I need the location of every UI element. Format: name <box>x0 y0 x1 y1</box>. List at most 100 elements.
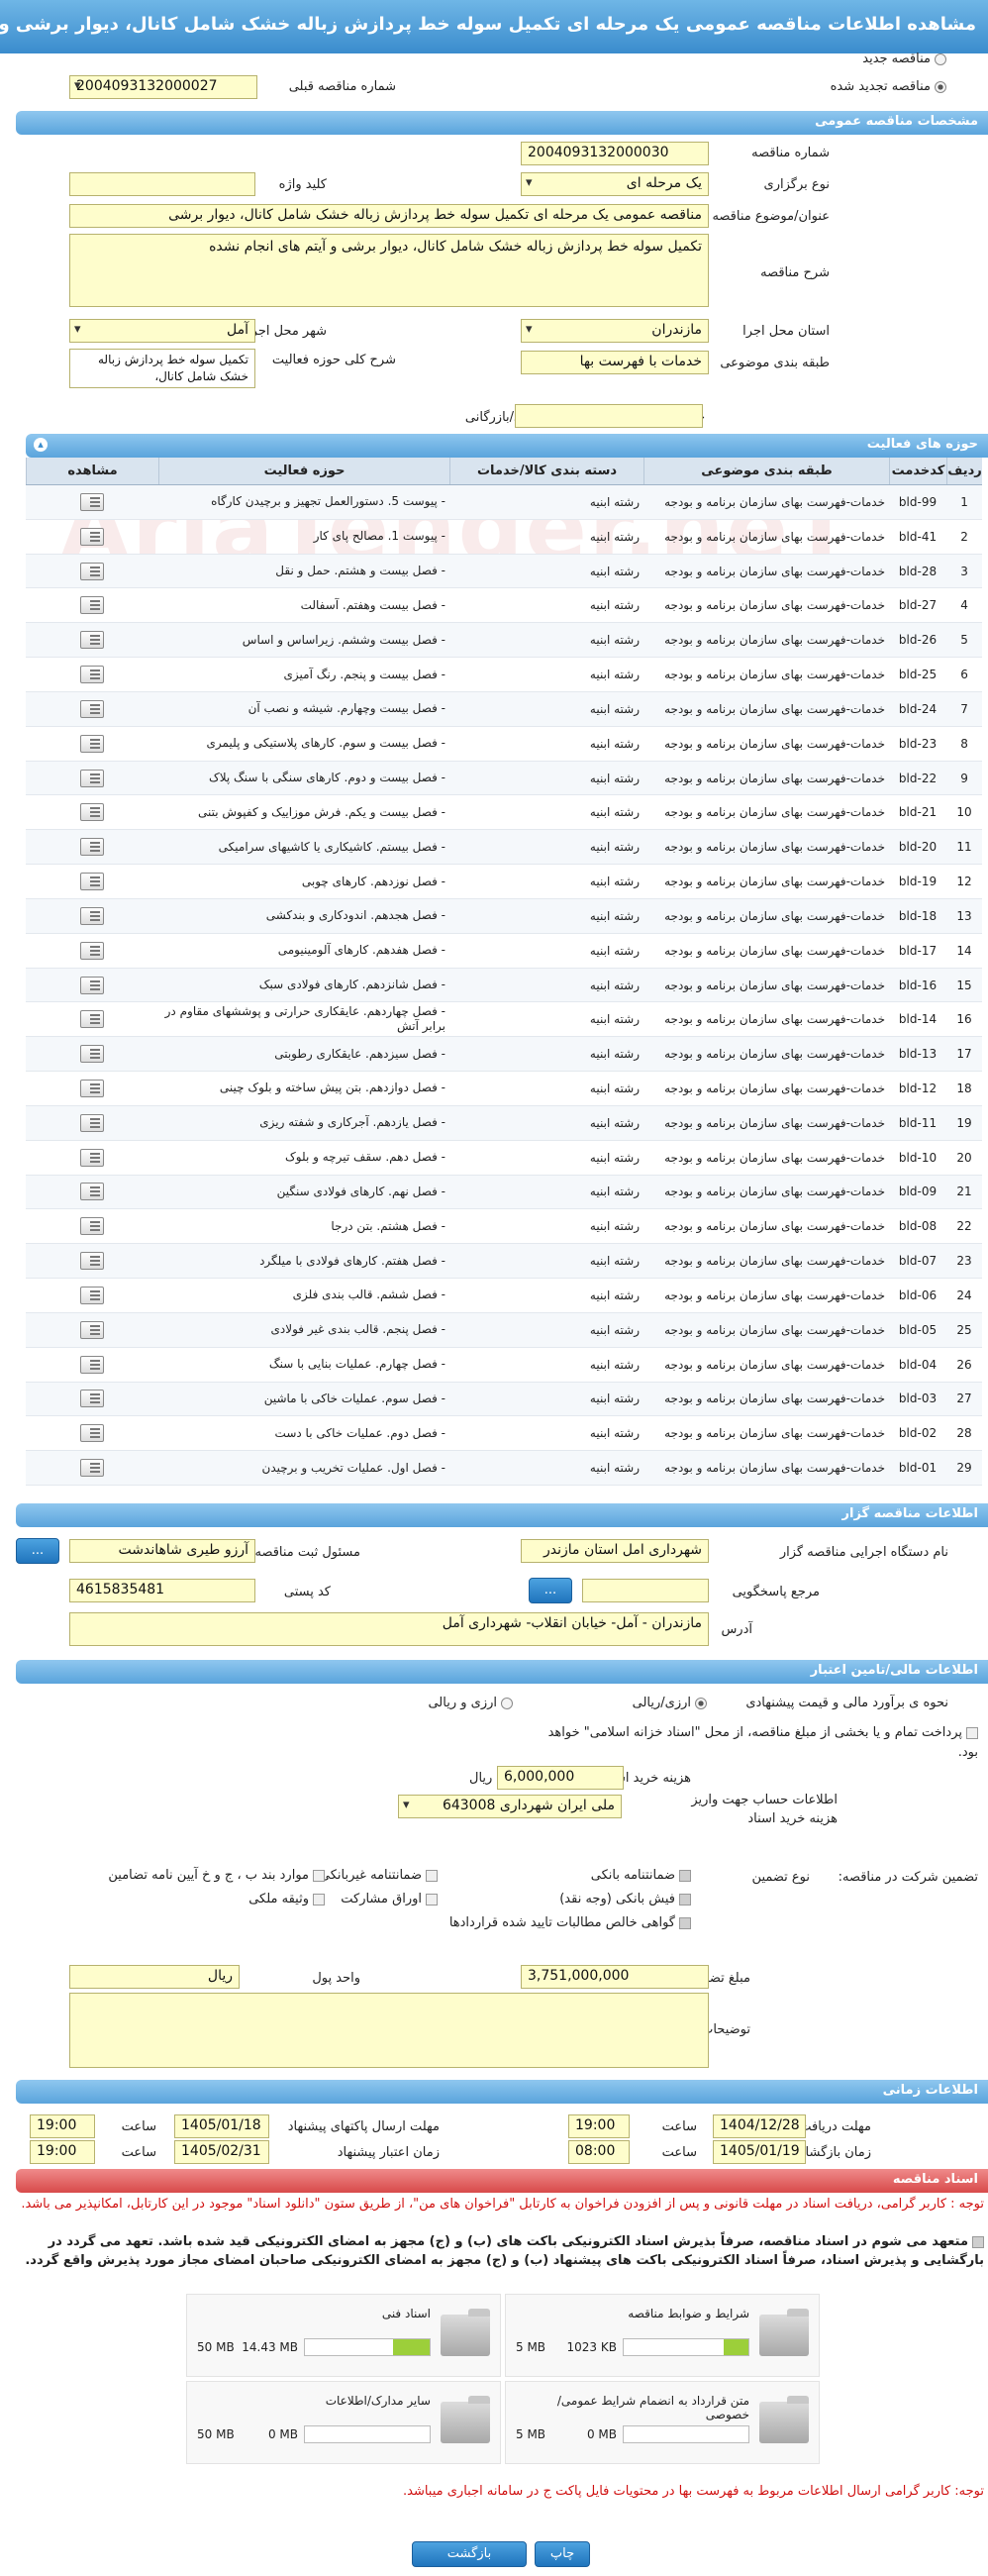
view-document-icon[interactable] <box>80 976 104 994</box>
province-label: استان محل اجرا <box>742 324 830 339</box>
ref-lookup-button[interactable]: ... <box>529 1578 572 1603</box>
row-category: خدمات-فهرست بهای سازمان برنامه و بودجه <box>664 1047 885 1062</box>
guarantee-bonds-checkbox[interactable] <box>426 1893 438 1906</box>
radio-rial-icon[interactable] <box>695 1697 707 1709</box>
row-view-cell <box>26 555 158 588</box>
view-document-icon[interactable] <box>80 596 104 615</box>
province-select[interactable]: مازندران <box>521 319 709 343</box>
guarantee-property-checkbox[interactable] <box>313 1893 325 1906</box>
view-document-icon[interactable] <box>80 527 104 546</box>
view-document-icon[interactable] <box>80 562 104 580</box>
row-category: خدمات-فهرست بهای سازمان برنامه و بودجه <box>664 908 885 923</box>
guarantee-nonbank[interactable]: ضمانتنامه غیربانکی <box>320 1868 438 1883</box>
guarantee-cash-checkbox[interactable] <box>679 1893 691 1906</box>
view-document-icon[interactable] <box>80 1148 104 1167</box>
view-document-icon[interactable] <box>80 941 104 960</box>
view-document-icon[interactable] <box>80 1079 104 1097</box>
row-index: 7 <box>960 701 968 716</box>
section-general-header: مشخصات مناقصه عمومی <box>16 111 988 135</box>
ref-field[interactable] <box>582 1579 709 1602</box>
min-score-field[interactable] <box>515 404 703 428</box>
view-document-icon[interactable] <box>80 1390 104 1408</box>
view-document-icon[interactable] <box>80 838 104 857</box>
tender-type-select[interactable]: یک مرحله ای <box>521 172 709 196</box>
view-document-icon[interactable] <box>80 1286 104 1304</box>
row-code: bld-23 <box>898 736 938 751</box>
commitment-checkbox-icon[interactable] <box>972 2235 984 2248</box>
view-document-icon[interactable] <box>80 631 104 650</box>
radio-new-icon[interactable] <box>935 52 946 65</box>
estimate-label: نحوه ی برآورد مالی و قیمت پیشنهادی <box>745 1696 948 1710</box>
row-activity: - فصل ششم. قالب بندی فلزی <box>292 1288 445 1302</box>
commitment-checkbox[interactable]: متعهد می شوم در اسناد مناقصه، صرفاً بذیر… <box>4 2232 984 2270</box>
view-document-icon[interactable] <box>80 734 104 753</box>
notes-field[interactable] <box>69 1993 709 2068</box>
treasury-checkbox-icon[interactable] <box>966 1726 978 1739</box>
radio-new-tender[interactable]: مناقصه جدید <box>862 52 946 66</box>
folder-icon <box>759 2309 809 2356</box>
row-index: 5 <box>960 633 968 648</box>
row-index: 10 <box>956 805 972 820</box>
guarantee-bonds[interactable]: اوراق مشارکت <box>341 1892 438 1906</box>
view-document-icon[interactable] <box>80 666 104 684</box>
row-view-cell <box>26 762 158 795</box>
guarantee-property[interactable]: وثیقه ملکی <box>248 1892 325 1906</box>
keyword-field[interactable] <box>69 172 255 196</box>
row-group: رشته ابنیه <box>589 943 640 958</box>
view-document-icon[interactable] <box>80 1320 104 1339</box>
guarantee-clauses-checkbox[interactable] <box>313 1869 325 1882</box>
view-document-icon[interactable] <box>80 769 104 787</box>
view-document-icon[interactable] <box>80 1113 104 1132</box>
radio-currency[interactable]: ارزی و ریالی <box>428 1696 513 1710</box>
description-field[interactable]: تکمیل سوله خط پردازش زباله خشک شامل کانا… <box>69 234 709 307</box>
row-view-cell <box>26 1002 158 1036</box>
opening-hour-label: ساعت <box>661 2145 697 2160</box>
prev-number-select[interactable]: 2004093132000027 <box>69 75 257 99</box>
row-category: خدمات-فهرست بهای سازمان برنامه و بودجه <box>664 494 885 509</box>
send-date-field: 1405/01/18 <box>174 2114 269 2138</box>
view-document-icon[interactable] <box>80 1252 104 1271</box>
view-document-icon[interactable] <box>80 492 104 511</box>
officer-lookup-button[interactable]: ... <box>16 1538 59 1564</box>
guarantee-cash[interactable]: فیش بانکی (وجه نقد) <box>559 1892 691 1906</box>
scope-listbox[interactable]: تکمیل سوله خط پردازش زباله خشک شامل کانا… <box>69 349 255 388</box>
doc-card-conditions[interactable]: شرایط و ضوابط مناقصه 1023 KB 5 MB <box>505 2294 820 2377</box>
guarantee-claims-checkbox[interactable] <box>679 1916 691 1929</box>
print-button[interactable]: چاپ <box>535 2541 590 2567</box>
doc-card-contract[interactable]: متن قرارداد به انضمام شرایط عمومی/خصوصی … <box>505 2381 820 2464</box>
doc-card-other[interactable]: سایر مدارک/اطلاعات 0 MB 50 MB <box>186 2381 501 2464</box>
subject-field[interactable]: مناقصه عمومی یک مرحله ای تکمیل سوله خط پ… <box>69 204 709 228</box>
row-category: خدمات-فهرست بهای سازمان برنامه و بودجه <box>664 633 885 648</box>
doc-max-size: 50 MB <box>197 2340 235 2354</box>
collapse-icon[interactable]: ▴ <box>34 438 48 452</box>
view-document-icon[interactable] <box>80 1355 104 1374</box>
view-document-icon[interactable] <box>80 803 104 822</box>
doc-card-technical[interactable]: اسناد فنی 14.43 MB 50 MB <box>186 2294 501 2377</box>
view-document-icon[interactable] <box>80 1459 104 1478</box>
view-document-icon[interactable] <box>80 1217 104 1236</box>
radio-renewed-icon[interactable] <box>935 80 946 93</box>
account-select[interactable]: ملی ایران شهرداری 643008 <box>398 1795 622 1818</box>
view-document-icon[interactable] <box>80 906 104 925</box>
guarantee-nonbank-checkbox[interactable] <box>426 1869 438 1882</box>
view-document-icon[interactable] <box>80 1183 104 1201</box>
city-select[interactable]: آمل <box>69 319 255 343</box>
row-code: bld-10 <box>898 1150 938 1165</box>
view-document-icon[interactable] <box>80 699 104 718</box>
guarantee-bank[interactable]: ضمانتنامه بانکی <box>591 1868 691 1883</box>
view-document-icon[interactable] <box>80 1045 104 1064</box>
view-document-icon[interactable] <box>80 873 104 891</box>
guarantee-claims[interactable]: گواهی خالص مطالبات تایید شده قراردادها <box>449 1915 691 1930</box>
view-document-icon[interactable] <box>80 1424 104 1443</box>
radio-renewed-tender[interactable]: مناقصه تجدید شده <box>831 79 946 94</box>
guarantee-clauses[interactable]: موارد بند ب ، ج و خ آیین نامه تضامین <box>108 1868 325 1883</box>
radio-rial[interactable]: ارزی/ریالی <box>633 1696 707 1710</box>
back-button[interactable]: بازگشت <box>412 2541 527 2567</box>
table-row: 24 bld-06 خدمات-فهرست بهای سازمان برنامه و… <box>26 1279 982 1313</box>
address-field: مازندران - آمل- خیابان انقلاب- شهرداری آ… <box>69 1612 709 1646</box>
guarantee-bank-checkbox[interactable] <box>679 1869 691 1882</box>
view-document-icon[interactable] <box>80 1010 104 1029</box>
guarantee-property-label: وثیقه ملکی <box>248 1892 309 1906</box>
radio-currency-icon[interactable] <box>501 1697 513 1709</box>
treasury-checkbox[interactable]: پرداخت تمام و یا بخشی از مبلغ مناقصه، از… <box>543 1723 978 1763</box>
